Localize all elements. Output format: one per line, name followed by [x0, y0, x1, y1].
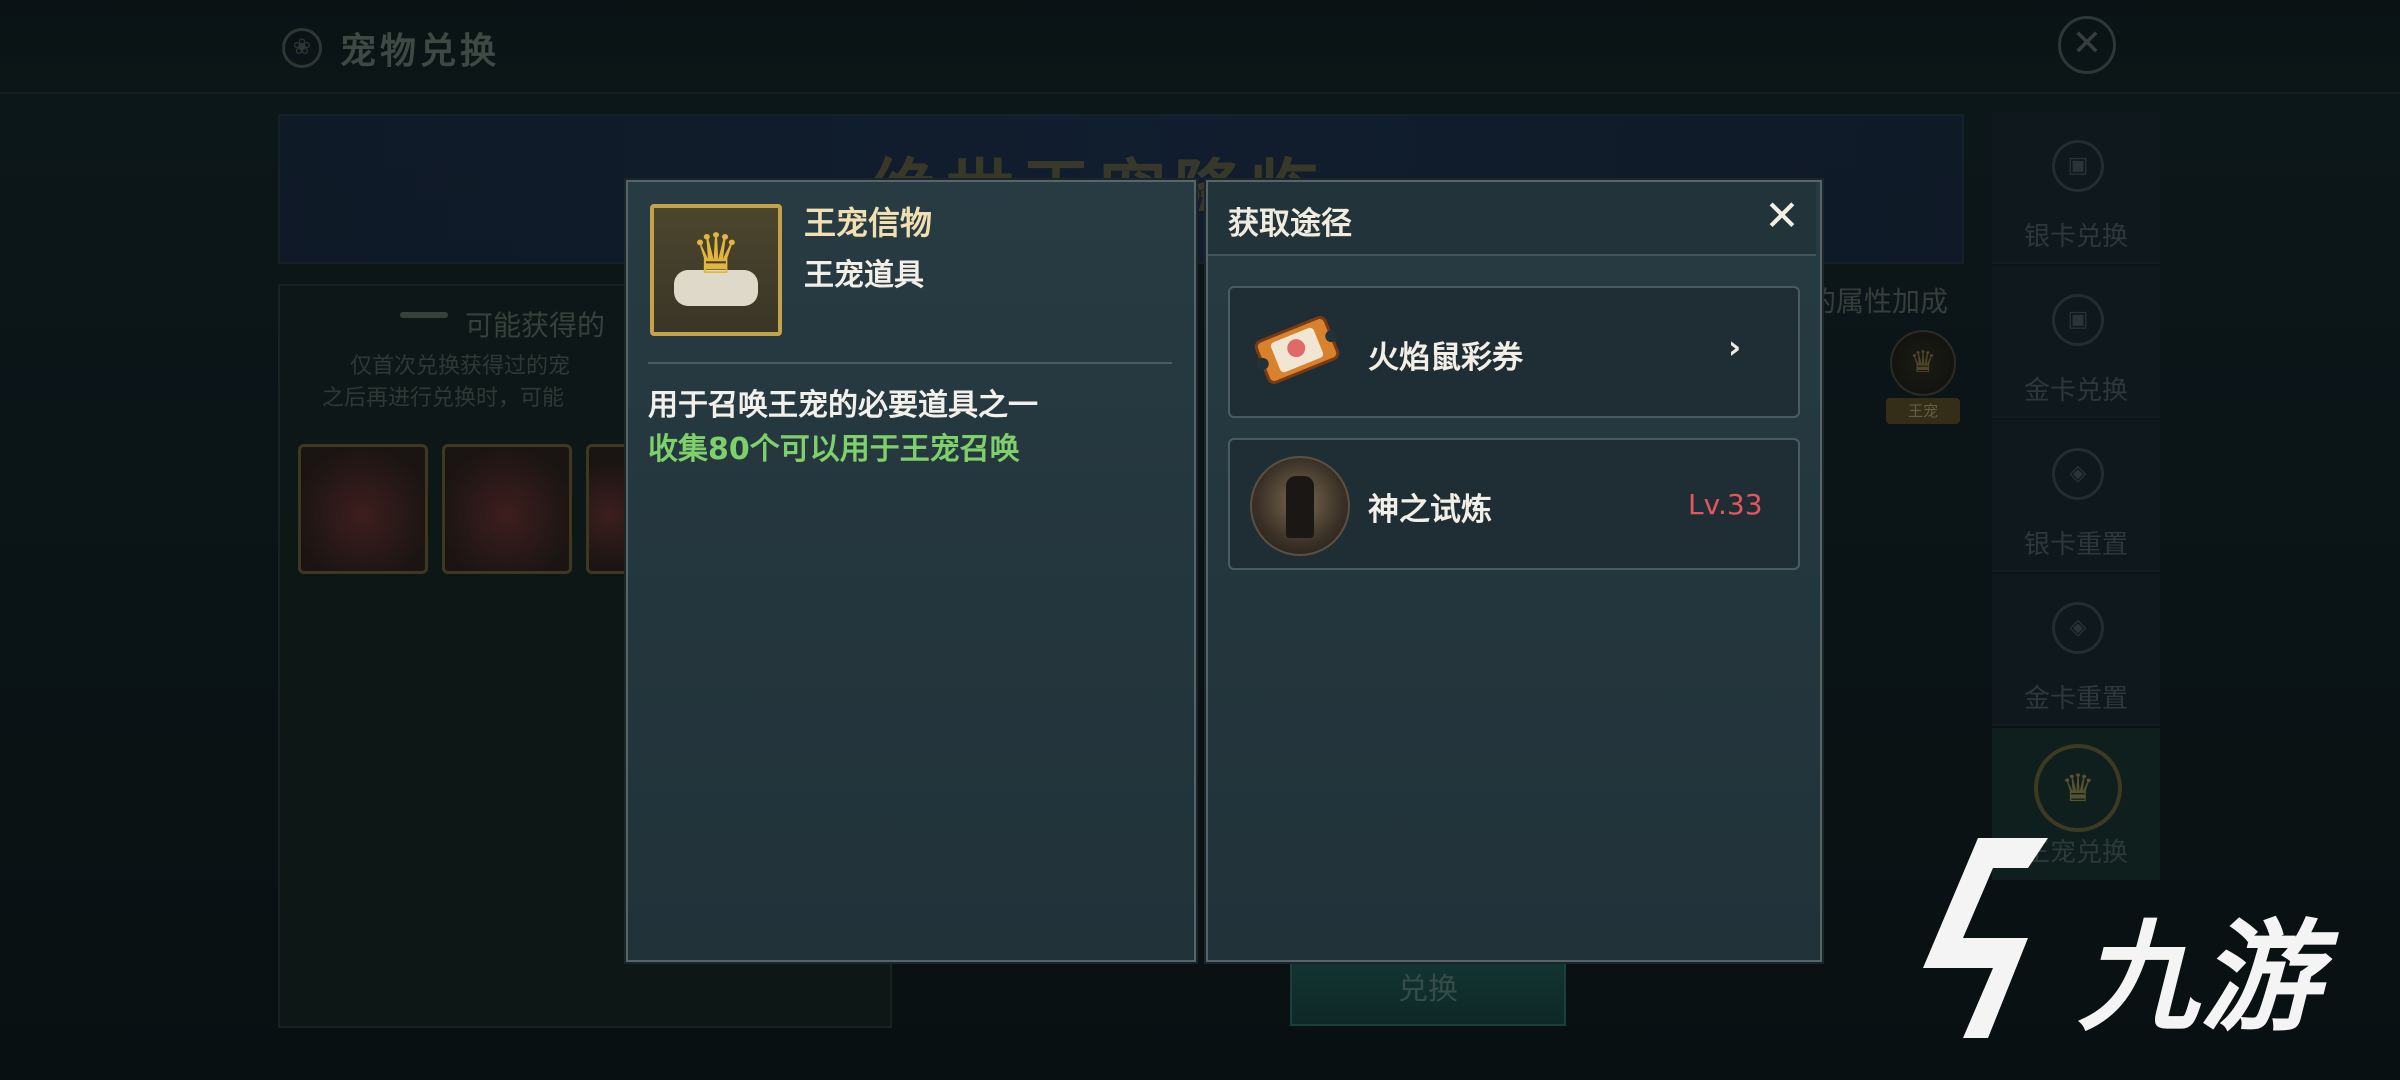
item-name: 王宠信物	[804, 204, 933, 242]
watermark-text: 九游	[2078, 909, 2322, 1048]
source-row-label: 火焰鼠彩券	[1368, 340, 1523, 376]
god-trial-icon	[1250, 456, 1350, 556]
level-requirement: Lv.33	[1688, 488, 1763, 521]
item-type: 王宠道具	[804, 258, 924, 293]
source-row-label: 神之试炼	[1368, 492, 1492, 528]
divider	[648, 362, 1172, 364]
figure-silhouette	[1286, 476, 1314, 538]
watermark-logo-icon	[1923, 838, 2048, 1038]
item-hint: 收集80个可以用于王宠召唤	[648, 432, 1020, 467]
royal-token-icon: ♛	[650, 204, 782, 336]
chevron-right-icon[interactable]: ›	[1728, 328, 1741, 366]
crown-icon: ♛	[690, 222, 742, 287]
item-description: 用于召唤王宠的必要道具之一	[648, 388, 1038, 423]
acquisition-title: 获取途径	[1228, 206, 1352, 242]
close-icon[interactable]: ✕	[1760, 194, 1804, 238]
lottery-ticket-icon	[1254, 316, 1340, 384]
